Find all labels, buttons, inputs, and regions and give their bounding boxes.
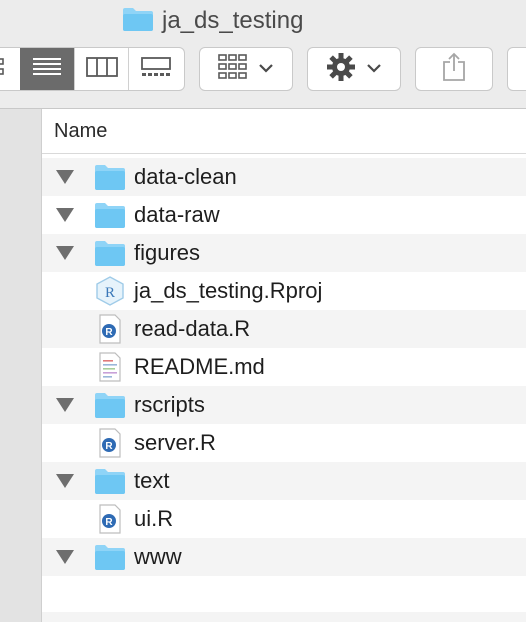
column-header-label: Name xyxy=(54,119,108,142)
column-view-button[interactable] xyxy=(74,48,128,90)
file-list: data-clean data-raw figures R ja_ds_test… xyxy=(42,158,526,576)
disclosure-triangle-icon[interactable] xyxy=(56,474,74,488)
file-row[interactable]: R server.R xyxy=(42,424,526,462)
file-name: rscripts xyxy=(134,392,205,417)
action-menu-button[interactable] xyxy=(307,47,401,91)
group-by-button[interactable] xyxy=(199,47,293,91)
file-name: ui.R xyxy=(134,506,174,531)
file-name: data-raw xyxy=(134,202,220,227)
share-icon xyxy=(442,52,466,87)
file-row[interactable]: README.md xyxy=(42,348,526,386)
sidebar xyxy=(0,109,42,622)
svg-text:R: R xyxy=(105,441,113,452)
file-row[interactable]: figures xyxy=(42,234,526,272)
file-row[interactable]: text xyxy=(42,462,526,500)
group-grid-icon xyxy=(218,53,248,85)
svg-text:R: R xyxy=(105,327,113,338)
file-row[interactable]: data-clean xyxy=(42,158,526,196)
chevron-down-icon xyxy=(366,60,382,78)
file-name: read-data.R xyxy=(134,316,251,341)
r-file-icon: R xyxy=(99,504,121,534)
disclosure-triangle-icon[interactable] xyxy=(56,246,74,260)
window-title: ja_ds_testing xyxy=(122,6,303,36)
file-name: README.md xyxy=(134,354,265,379)
r-file-icon: R xyxy=(99,428,121,458)
svg-text:R: R xyxy=(105,517,113,528)
file-row[interactable]: R read-data.R xyxy=(42,310,526,348)
view-mode-segmented-control xyxy=(0,47,185,91)
icon-view-button[interactable] xyxy=(0,48,20,90)
folder-icon xyxy=(122,6,154,37)
folder-icon xyxy=(95,165,125,190)
window-title-text: ja_ds_testing xyxy=(162,7,304,34)
text-file-icon xyxy=(99,352,121,382)
list-icon xyxy=(32,56,62,83)
disclosure-triangle-icon[interactable] xyxy=(56,208,74,222)
folder-icon xyxy=(95,469,125,494)
gear-icon xyxy=(326,52,356,87)
list-view-button[interactable] xyxy=(20,48,74,90)
file-row[interactable]: rscripts xyxy=(42,386,526,424)
rproj-icon: R xyxy=(96,276,124,306)
file-name: ja_ds_testing.Rproj xyxy=(134,278,323,303)
folder-icon xyxy=(95,203,125,228)
gallery-icon xyxy=(140,56,172,83)
folder-icon xyxy=(95,545,125,570)
column-header-name[interactable]: Name xyxy=(42,109,526,154)
file-row[interactable]: R ui.R xyxy=(42,500,526,538)
file-name: figures xyxy=(134,240,201,265)
disclosure-triangle-icon[interactable] xyxy=(56,170,74,184)
title-bar: ja_ds_testing xyxy=(0,0,526,42)
folder-icon xyxy=(95,241,125,266)
disclosure-triangle-icon[interactable] xyxy=(56,550,74,564)
columns-icon xyxy=(85,56,118,83)
chevron-down-icon xyxy=(258,60,274,78)
toolbar-overflow-button[interactable] xyxy=(507,47,526,91)
gallery-view-button[interactable] xyxy=(128,48,183,90)
r-file-icon: R xyxy=(99,314,121,344)
file-name: server.R xyxy=(134,430,216,455)
disclosure-triangle-icon[interactable] xyxy=(56,398,74,412)
file-name: www xyxy=(134,544,182,569)
share-button[interactable] xyxy=(415,47,493,91)
file-row[interactable]: R ja_ds_testing.Rproj xyxy=(42,272,526,310)
file-name: data-clean xyxy=(134,164,237,189)
file-row[interactable]: www xyxy=(42,538,526,576)
icon-grid-icon xyxy=(0,56,13,83)
svg-text:R: R xyxy=(105,285,115,301)
file-name: text xyxy=(134,468,170,493)
toolbar xyxy=(0,42,526,109)
folder-icon xyxy=(95,393,125,418)
file-row[interactable]: data-raw xyxy=(42,196,526,234)
empty-list-row xyxy=(42,612,526,622)
